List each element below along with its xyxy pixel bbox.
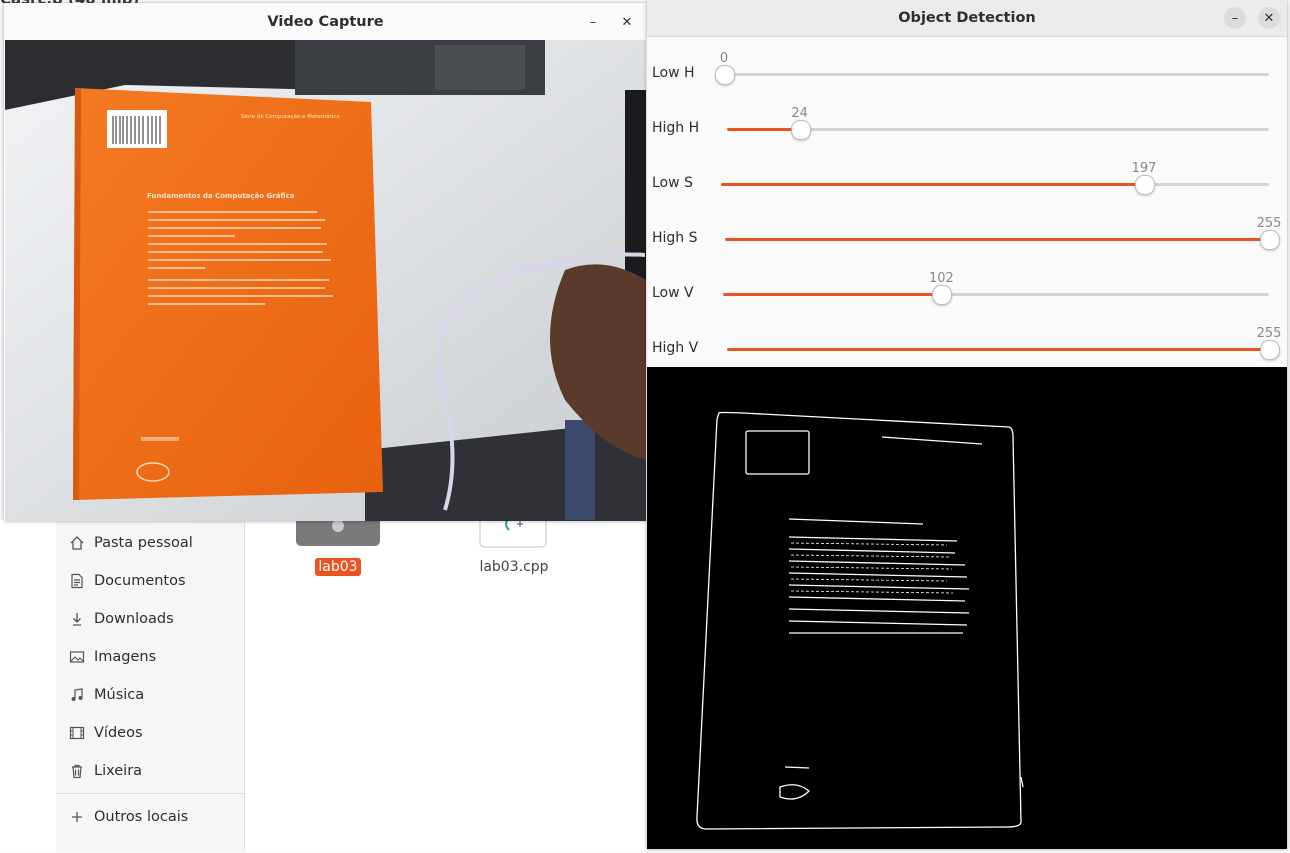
minimize-button[interactable]: –	[582, 11, 604, 33]
camera-feed: Série de Computação e Matemática Fundame…	[5, 40, 646, 521]
video-icon	[68, 724, 86, 742]
slider-fill	[723, 293, 942, 296]
video-capture-window: Video Capture – ✕ Série de Computação e …	[4, 3, 647, 521]
file-item-lab03[interactable]: lab03	[295, 512, 381, 576]
slider-handle[interactable]	[1260, 230, 1280, 250]
slider-value: 197	[1131, 161, 1157, 176]
download-icon	[68, 610, 86, 628]
slider-value: 24	[791, 106, 808, 121]
slider-fill	[725, 238, 1269, 241]
close-icon: ✕	[1263, 10, 1275, 26]
close-icon: ✕	[621, 14, 633, 30]
camera-frame-image: Série de Computação e Matemática Fundame…	[5, 40, 646, 521]
sidebar-item-label: Lixeira	[94, 763, 143, 779]
object-detection-titlebar: Object Detection – ✕	[647, 0, 1287, 37]
executable-icon	[296, 512, 380, 546]
slider-handle[interactable]	[715, 65, 735, 85]
slider-label: Low S	[652, 175, 693, 191]
sidebar-item-label: Imagens	[94, 649, 157, 665]
slider-value: 102	[928, 271, 954, 286]
slider-track[interactable]: 255	[727, 326, 1281, 360]
slider-label: Low H	[652, 65, 695, 81]
file-name: lab03	[315, 558, 361, 576]
slider-high-s: High S 255	[647, 203, 1287, 258]
slider-label: Low V	[652, 285, 694, 301]
file-item-lab03-cpp[interactable]: lab03.cpp	[471, 513, 557, 576]
book-title-text: Fundamentos da Computação Gráfica	[147, 192, 295, 200]
close-button[interactable]: ✕	[1258, 7, 1280, 29]
edge-mask-image	[647, 367, 1287, 849]
slider-low-v: Low V 102	[647, 258, 1287, 313]
slider-high-v: High V 255	[647, 313, 1287, 368]
slider-handle[interactable]	[1260, 340, 1280, 360]
sidebar-item-label: Documentos	[94, 573, 186, 589]
slider-fill	[721, 183, 1145, 186]
slider-handle[interactable]	[932, 285, 953, 305]
file-name: lab03.cpp	[479, 559, 549, 575]
sidebar-item-music[interactable]: Música	[68, 682, 144, 708]
file-manager-left-margin	[0, 520, 56, 851]
slider-track[interactable]: 0	[715, 51, 1269, 85]
plus-icon	[68, 808, 86, 826]
slider-label: High V	[652, 340, 699, 356]
sidebar-item-label: Downloads	[94, 611, 174, 627]
slider-low-h: Low H 0	[647, 38, 1287, 93]
sidebar-item-label: Vídeos	[94, 725, 143, 741]
file-manager-sidebar: Pasta pessoal Documentos Downloads Image…	[56, 520, 245, 851]
slider-label: High H	[652, 120, 700, 136]
slider-high-h: High H 24	[647, 93, 1287, 148]
slider-track[interactable]: 255	[725, 216, 1281, 250]
slider-track[interactable]: 102	[723, 271, 1269, 305]
music-icon	[68, 686, 86, 704]
slider-handle[interactable]	[1135, 175, 1156, 195]
sidebar-divider	[56, 793, 244, 794]
minimize-icon: –	[589, 14, 597, 30]
file-manager-content: lab03 lab03.cpp	[245, 512, 647, 851]
window-title: Object Detection	[898, 10, 1036, 26]
slider-fill	[727, 128, 800, 131]
sidebar-item-label: Pasta pessoal	[94, 535, 193, 551]
document-icon	[68, 572, 86, 590]
close-button[interactable]: ✕	[616, 11, 638, 33]
video-capture-titlebar: Video Capture – ✕	[4, 3, 647, 40]
cpp-file-icon	[479, 513, 547, 548]
slider-track[interactable]: 197	[721, 161, 1269, 195]
sidebar-item-videos[interactable]: Vídeos	[68, 720, 143, 746]
slider-value: 255	[1256, 216, 1282, 231]
sidebar-item-label: Outros locais	[94, 809, 189, 825]
sidebar-item-label: Música	[94, 687, 145, 703]
sidebar-item-downloads[interactable]: Downloads	[68, 606, 174, 632]
minimize-button[interactable]: –	[1224, 7, 1246, 29]
book-series-text: Série de Computação e Matemática	[241, 113, 340, 120]
window-title: Video Capture	[267, 14, 384, 30]
threshold-mask-view	[647, 367, 1287, 849]
slider-handle[interactable]	[790, 120, 811, 140]
slider-value: 255	[1256, 326, 1282, 341]
home-icon	[68, 534, 86, 552]
sidebar-item-home[interactable]: Pasta pessoal	[68, 530, 193, 556]
slider-label: High S	[652, 230, 698, 246]
slider-low-s: Low S 197	[647, 148, 1287, 203]
object-detection-window: Object Detection – ✕ Low H 0 High H 24 L…	[647, 0, 1287, 849]
slider-track[interactable]: 24	[727, 106, 1269, 140]
image-icon	[68, 648, 86, 666]
minimize-icon: –	[1231, 10, 1239, 26]
slider-fill	[727, 348, 1269, 351]
sidebar-item-trash[interactable]: Lixeira	[68, 758, 142, 784]
sidebar-item-other-locations[interactable]: Outros locais	[68, 804, 188, 830]
trash-icon	[68, 762, 86, 780]
sidebar-item-images[interactable]: Imagens	[68, 644, 156, 670]
sidebar-item-documents[interactable]: Documentos	[68, 568, 186, 594]
slider-value: 0	[719, 51, 729, 66]
